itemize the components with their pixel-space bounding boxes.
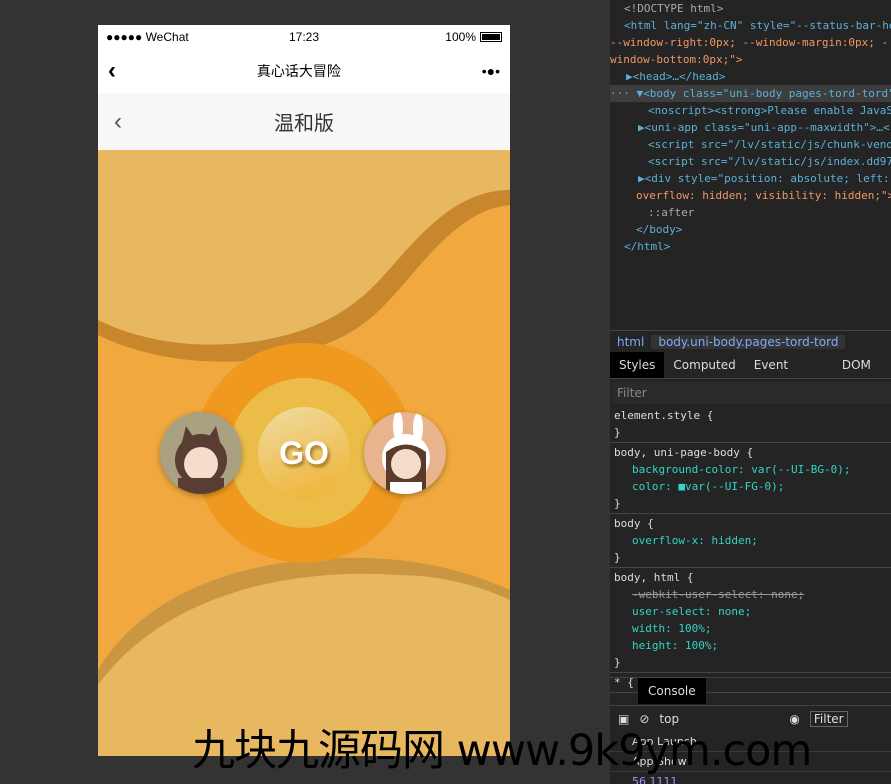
css-rule: body, uni-page-body {background-color: v… (610, 443, 891, 514)
dom-node-selected[interactable]: ··· ▼<body class="uni-body pages-tord-to… (610, 85, 891, 102)
tab-console[interactable]: Console (638, 678, 706, 704)
app-title: 真心话大冒险 (256, 62, 341, 79)
styles-filter-input[interactable]: Filter (612, 382, 891, 404)
dom-node[interactable]: <noscript><strong>Please enable JavaS (610, 102, 891, 119)
battery-icon (480, 32, 502, 43)
dom-tree: <!DOCTYPE html> <html lang="zh-CN" style… (610, 0, 891, 255)
dom-node[interactable]: <html lang="zh-CN" style="--status-bar-h… (610, 17, 891, 34)
more-icon[interactable]: •●• (482, 63, 500, 79)
page-title: 温和版 (274, 113, 334, 135)
devtools-panel: <!DOCTYPE html> <html lang="zh-CN" style… (610, 0, 891, 784)
watermark: 九块九源码网 www.9k9ym.com (192, 726, 812, 776)
css-rule: element.style {} (610, 406, 891, 443)
go-button[interactable]: GO (258, 407, 350, 499)
dom-node[interactable]: </body> (610, 221, 891, 238)
wechat-nav-bar: ‹ 真心话大冒险 •●• (98, 48, 510, 93)
dom-node[interactable]: </html> (610, 238, 891, 255)
game-stage: GO (98, 150, 510, 756)
back-icon[interactable]: ‹ (108, 57, 116, 85)
avatar-boy (160, 412, 242, 494)
dom-node: window-bottom:0px;"> (610, 53, 743, 66)
crumb-html[interactable]: html (610, 335, 651, 349)
page-back-icon[interactable]: ‹ (114, 108, 122, 136)
dom-node[interactable]: <script src="/lv/static/js/index.dd97 (610, 153, 891, 170)
css-rule: body {overflow-x: hidden;} (610, 514, 891, 568)
breadcrumb: html body.uni-body.pages-tord-tord (610, 330, 891, 352)
tab-dom-breakpoints[interactable]: DOM Bre (833, 352, 891, 399)
dom-node[interactable]: <!DOCTYPE html> (610, 0, 891, 17)
tab-styles[interactable]: Styles (610, 352, 665, 378)
console-drawer-tabs: Console (610, 677, 891, 704)
dom-node: overflow: hidden; visibility: hidden;"> (636, 189, 891, 202)
battery-percent: 100% (445, 29, 476, 44)
css-rules: element.style {} body, uni-page-body {ba… (610, 406, 891, 693)
styles-tabs: Styles Computed Event Listeners DOM Bre (610, 352, 891, 399)
console-filter-input[interactable]: Filter (809, 710, 848, 727)
dom-node[interactable]: ▶<uni-app class="uni-app--maxwidth">…< (610, 119, 891, 136)
dom-node: --window-right:0px; --window-margin:0px;… (610, 36, 889, 49)
dom-node[interactable]: ::after (610, 204, 891, 221)
crumb-body[interactable]: body.uni-body.pages-tord-tord (651, 334, 846, 349)
css-rule: body, html {-webkit-user-select: none; us… (610, 568, 891, 673)
tab-computed[interactable]: Computed (664, 352, 744, 378)
dom-node[interactable]: ▶<div style="position: absolute; left: (610, 170, 891, 187)
dom-node[interactable]: ▶<head>…</head> (610, 68, 891, 85)
status-bar: ●●●●● WeChat 17:23 100% (98, 25, 510, 48)
page-header: ‹ 温和版 (98, 93, 510, 150)
carrier: ●●●●● WeChat (106, 29, 189, 44)
dom-node[interactable]: <script src="/lv/static/js/chunk-vend (610, 136, 891, 153)
phone-simulator: ●●●●● WeChat 17:23 100% ‹ 真心话大冒险 •●• ‹ 温… (98, 25, 510, 756)
avatar-girl (364, 412, 446, 494)
tab-event-listeners[interactable]: Event Listeners (745, 352, 833, 399)
